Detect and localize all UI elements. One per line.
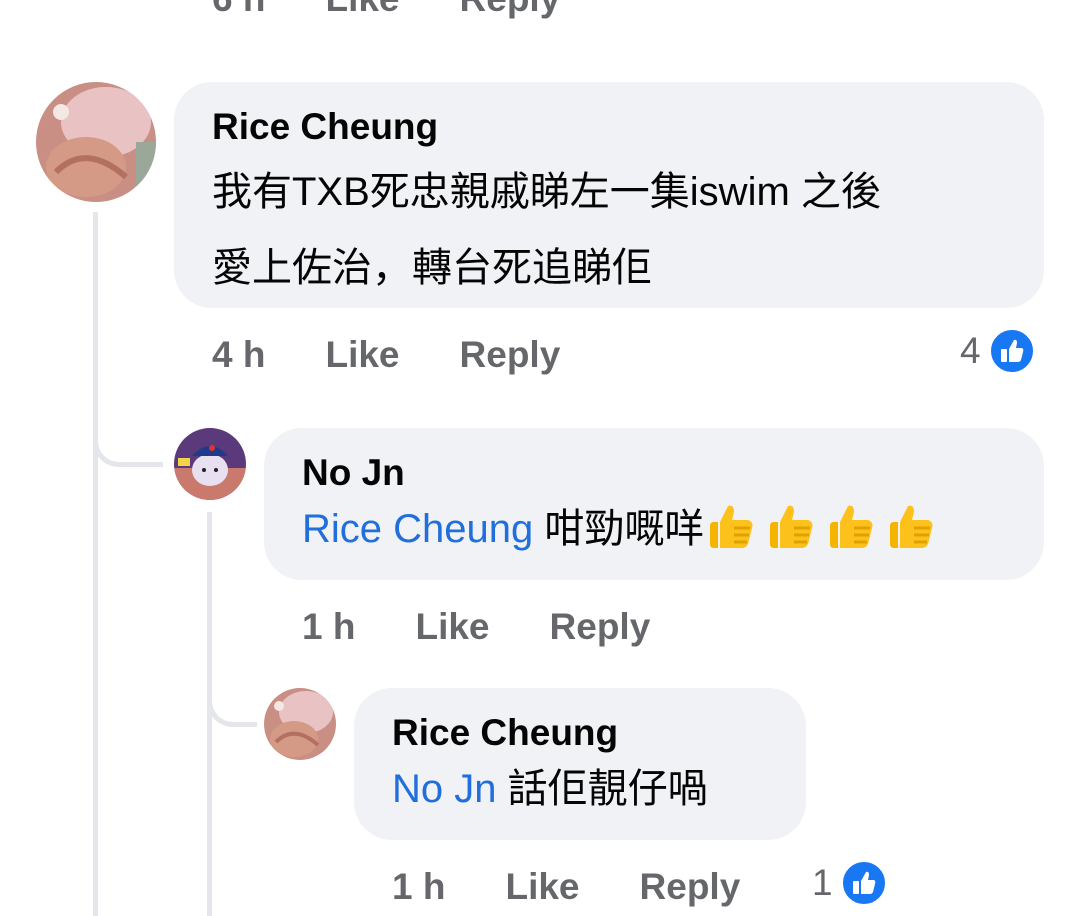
comment-time[interactable]: 1 h <box>392 866 445 908</box>
avatar[interactable] <box>36 82 156 202</box>
thumbs-up-emoji <box>770 505 813 548</box>
like-button[interactable]: Like <box>325 0 399 20</box>
thumbs-up-emoji <box>890 505 933 548</box>
reaction-count: 4 <box>960 330 981 371</box>
comment-bubble[interactable]: No Jn Rice Cheung 咁勁嘅咩 <box>264 428 1044 580</box>
comment-bubble[interactable]: Rice Cheung 我有TXB死忠親戚睇左一集iswim 之後 愛上佐治，轉… <box>174 82 1044 308</box>
comment-author[interactable]: Rice Cheung <box>392 710 768 756</box>
comment-time[interactable]: 6 h <box>212 0 265 20</box>
avatar[interactable] <box>174 428 246 500</box>
like-button[interactable]: Like <box>505 866 579 908</box>
comment-time[interactable]: 1 h <box>302 606 355 648</box>
comment-author[interactable]: Rice Cheung <box>212 104 1006 150</box>
thread-connector <box>93 410 163 467</box>
avatar-photo <box>36 82 156 202</box>
reaction-summary[interactable]: 4 <box>960 328 1035 374</box>
comment-time[interactable]: 4 h <box>212 334 265 376</box>
thread-connector <box>207 680 257 727</box>
thread-line-main <box>93 212 98 916</box>
reply-button[interactable]: Reply <box>460 334 561 376</box>
like-button[interactable]: Like <box>325 334 399 376</box>
comment-actions: 1 h Like Reply <box>302 604 710 650</box>
like-button[interactable]: Like <box>415 606 489 648</box>
reaction-summary[interactable]: 1 <box>812 860 887 906</box>
previous-comment-actions: 6 h Like Reply <box>212 0 620 20</box>
avatar-photo <box>174 428 246 500</box>
comment-actions: 1 h Like Reply <box>392 864 800 910</box>
comment-bubble[interactable]: Rice Cheung No Jn 話佢靚仔喎 <box>354 688 806 840</box>
like-reaction-icon <box>840 860 887 906</box>
thumbs-up-emoji <box>830 505 873 548</box>
reply-button[interactable]: Reply <box>460 0 561 20</box>
like-reaction-icon <box>988 328 1035 374</box>
comment-text: 我有TXB死忠親戚睇左一集iswim 之後 愛上佐治，轉台死追睇佢 <box>212 170 881 290</box>
reaction-count: 1 <box>812 862 833 903</box>
avatar-photo <box>264 688 336 760</box>
mention-link[interactable]: Rice Cheung <box>302 507 533 551</box>
comment-text: No Jn 話佢靚仔喎 <box>392 767 708 811</box>
reply-button[interactable]: Reply <box>550 606 651 648</box>
reply-button[interactable]: Reply <box>640 866 741 908</box>
avatar[interactable] <box>264 688 336 760</box>
thumbs-up-emoji <box>710 505 753 548</box>
mention-link[interactable]: No Jn <box>392 767 497 811</box>
comment-text: Rice Cheung 咁勁嘅咩 <box>302 496 1006 562</box>
comment-actions: 4 h Like Reply <box>212 332 620 378</box>
comment-author[interactable]: No Jn <box>302 450 1006 496</box>
